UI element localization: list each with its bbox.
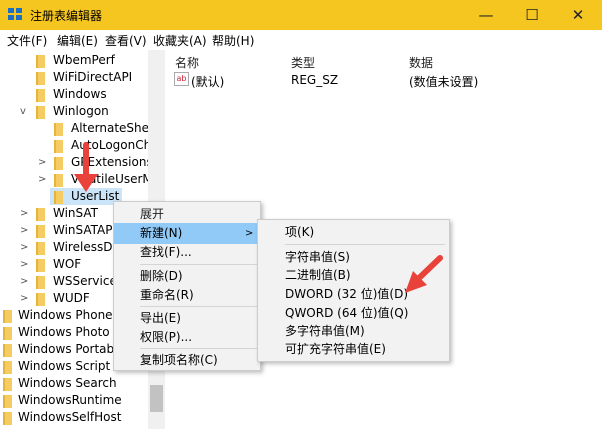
chevron-down-icon[interactable]: v — [20, 103, 26, 120]
maximize-button[interactable]: ☐ — [509, 0, 555, 30]
folder-icon — [3, 395, 12, 408]
menu-separator — [140, 264, 258, 265]
menu-bar: 文件(F) 编辑(E) 查看(V) 收藏夹(A) 帮助(H) — [0, 30, 602, 50]
scrollbar-thumb[interactable] — [150, 385, 163, 412]
menu-item-export[interactable]: 导出(E) — [114, 308, 260, 329]
column-header-name[interactable]: 名称 — [175, 54, 199, 71]
chevron-right-icon[interactable]: > — [20, 239, 28, 256]
string-value-icon: ab — [174, 72, 189, 86]
folder-icon — [3, 361, 12, 374]
menu-separator — [140, 348, 258, 349]
menu-favorites[interactable]: 收藏夹(A) — [153, 32, 207, 49]
menu-item-find[interactable]: 查找(F)... — [114, 242, 260, 263]
chevron-right-icon[interactable]: > — [20, 256, 28, 273]
menu-item-expand[interactable]: 展开 — [114, 204, 260, 225]
chevron-right-icon[interactable]: > — [38, 171, 46, 188]
folder-icon — [36, 259, 45, 272]
folder-icon — [54, 123, 63, 136]
folder-icon — [36, 55, 45, 68]
column-header-type[interactable]: 类型 — [291, 54, 315, 71]
chevron-right-icon[interactable]: > — [38, 154, 46, 171]
menu-separator — [140, 306, 258, 307]
folder-icon — [54, 157, 63, 170]
value-data: (数值未设置) — [409, 75, 479, 89]
chevron-right-icon: > — [245, 228, 254, 239]
submenu-item-expandable-string-value[interactable]: 可扩充字符串值(E) — [258, 339, 449, 360]
context-menu: 展开 新建(N) > 查找(F)... 删除(D) 重命名(R) 导出(E) 权… — [113, 201, 261, 371]
column-header-data[interactable]: 数据 — [409, 54, 433, 71]
folder-icon — [3, 344, 12, 357]
value-type: REG_SZ — [291, 73, 339, 87]
value-name[interactable]: (默认) — [191, 73, 224, 90]
folder-icon — [54, 174, 63, 187]
chevron-right-icon[interactable]: > — [20, 273, 28, 290]
menu-item-new-label: 新建(N) — [140, 226, 183, 240]
minimize-button[interactable]: — — [463, 0, 509, 30]
menu-file[interactable]: 文件(F) — [7, 32, 47, 49]
submenu-item-dword-value[interactable]: DWORD (32 位)值(D) — [258, 284, 449, 305]
folder-icon — [3, 310, 12, 323]
folder-icon — [3, 378, 12, 391]
menu-item-permissions[interactable]: 权限(P)... — [114, 327, 260, 348]
chevron-right-icon[interactable]: > — [20, 290, 28, 307]
menu-item-delete[interactable]: 删除(D) — [114, 266, 260, 287]
folder-icon — [36, 106, 45, 119]
title-bar: 注册表编辑器 — ☐ ✕ — [0, 0, 602, 30]
menu-item-new[interactable]: 新建(N) > — [114, 223, 260, 244]
folder-icon — [36, 276, 45, 289]
chevron-right-icon[interactable]: > — [20, 205, 28, 222]
submenu-item-key[interactable]: 项(K) — [258, 222, 449, 243]
folder-icon — [36, 225, 45, 238]
folder-icon — [54, 140, 63, 153]
submenu-item-binary-value[interactable]: 二进制值(B) — [258, 265, 449, 286]
menu-separator — [285, 244, 445, 245]
folder-icon — [36, 293, 45, 306]
folder-icon — [36, 89, 45, 102]
folder-icon — [36, 72, 45, 85]
folder-icon — [54, 191, 63, 204]
folder-icon — [3, 412, 12, 425]
chevron-right-icon[interactable]: > — [20, 222, 28, 239]
window-title: 注册表编辑器 — [30, 9, 103, 23]
menu-help[interactable]: 帮助(H) — [212, 32, 254, 49]
menu-edit[interactable]: 编辑(E) — [57, 32, 98, 49]
new-submenu: 项(K) 字符串值(S) 二进制值(B) DWORD (32 位)值(D) QW… — [257, 219, 450, 362]
regedit-app-icon — [8, 8, 23, 22]
menu-item-copy-key-name[interactable]: 复制项名称(C) — [114, 350, 260, 371]
menu-item-rename[interactable]: 重命名(R) — [114, 285, 260, 306]
folder-icon — [36, 242, 45, 255]
menu-view[interactable]: 查看(V) — [105, 32, 147, 49]
folder-icon — [3, 327, 12, 340]
close-button[interactable]: ✕ — [555, 0, 601, 30]
folder-icon — [36, 208, 45, 221]
